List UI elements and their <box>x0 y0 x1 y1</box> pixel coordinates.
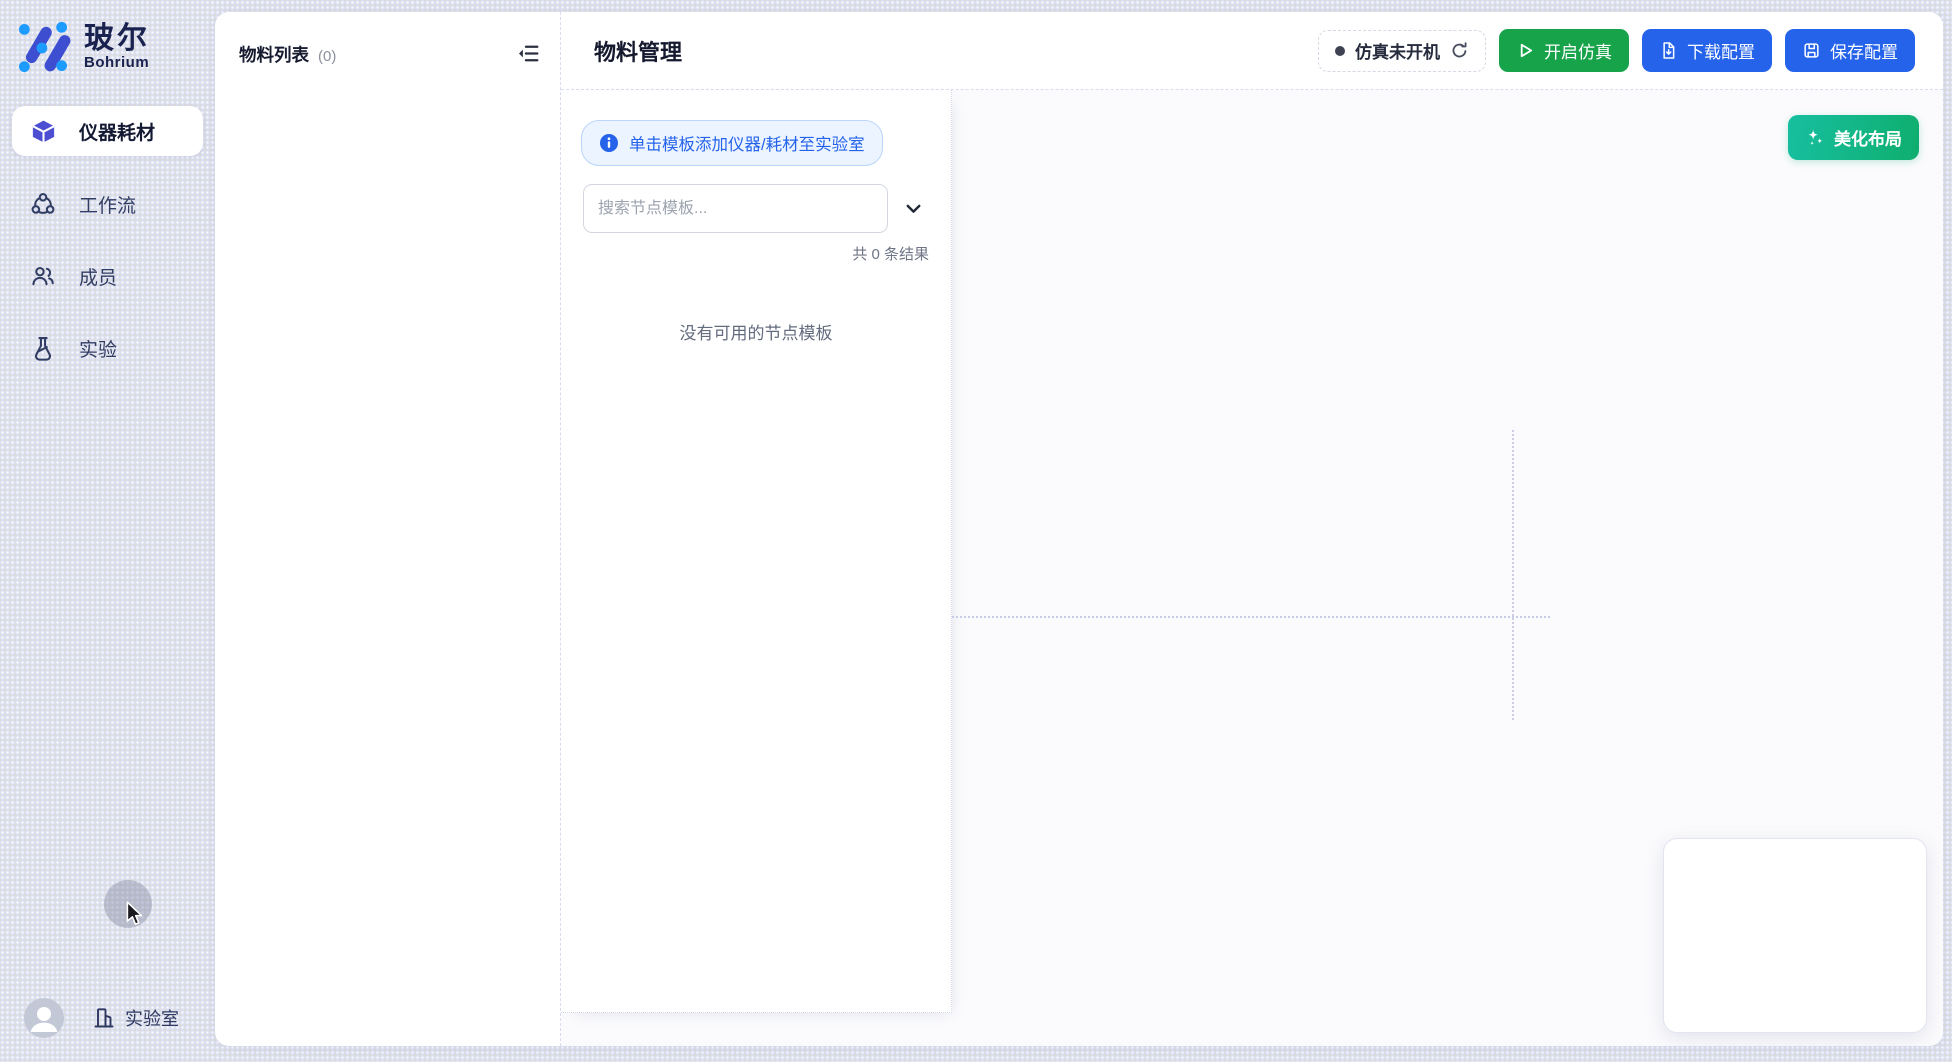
materials-count: (0) <box>318 48 336 65</box>
empty-templates-text: 没有可用的节点模板 <box>561 319 951 344</box>
test-tube-icon <box>30 335 56 361</box>
bohrium-logo-icon <box>14 18 72 76</box>
simulation-status-pill[interactable]: 仿真未开机 <box>1318 30 1486 72</box>
file-download-icon <box>1659 41 1678 60</box>
results-count: 共 0 条结果 <box>561 243 929 264</box>
hint-text: 单击模板添加仪器/耗材至实验室 <box>629 131 865 155</box>
brand-name: 玻尔 <box>84 23 150 55</box>
save-icon <box>1802 41 1821 60</box>
info-icon <box>599 133 619 153</box>
canvas-helper-line-horizontal <box>952 616 1550 618</box>
refresh-icon[interactable] <box>1450 41 1469 60</box>
user-avatar[interactable] <box>24 998 64 1038</box>
lab-label: 实验室 <box>125 1005 179 1031</box>
page-title: 物料管理 <box>594 35 682 67</box>
members-icon <box>30 263 56 289</box>
search-input[interactable] <box>583 184 888 233</box>
main-card: 物料列表 (0) 物料管理 仿真未开机 <box>215 12 1943 1046</box>
play-icon <box>1516 41 1535 60</box>
cube-icon <box>30 118 56 144</box>
beautify-layout-label: 美化布局 <box>1834 125 1902 150</box>
mouse-cursor-icon <box>126 901 143 927</box>
materials-panel: 物料列表 (0) <box>215 12 561 1046</box>
building-icon <box>92 1006 116 1030</box>
sidebar-item-label: 仪器耗材 <box>79 118 155 145</box>
collapse-panel-button[interactable] <box>514 39 542 67</box>
hint-banner: 单击模板添加仪器/耗材至实验室 <box>581 120 883 166</box>
status-label: 仿真未开机 <box>1355 38 1440 63</box>
sidebar-item-label: 工作流 <box>79 191 136 218</box>
materials-title: 物料列表 <box>239 42 309 67</box>
status-dot-icon <box>1335 46 1345 56</box>
canvas-minimap[interactable] <box>1663 838 1927 1033</box>
sidebar-item-instruments[interactable]: 仪器耗材 <box>12 106 203 156</box>
flow-canvas[interactable]: 单击模板添加仪器/耗材至实验室 共 0 条结果 没有可用的节点模板 <box>561 90 1943 1046</box>
beautify-layout-button[interactable]: 美化布局 <box>1788 115 1919 160</box>
brand: 玻尔 Bohrium <box>14 18 203 76</box>
page-header: 物料管理 仿真未开机 <box>561 12 1943 90</box>
sidebar-item-label: 成员 <box>79 263 117 290</box>
brand-subtitle: Bohrium <box>84 54 150 71</box>
sidebar-item-members[interactable]: 成员 <box>12 252 203 300</box>
sidebar-item-workflow[interactable]: 工作流 <box>12 180 203 228</box>
start-simulation-button[interactable]: 开启仿真 <box>1499 29 1629 72</box>
workflow-icon <box>30 191 56 217</box>
download-config-button[interactable]: 下载配置 <box>1642 29 1772 72</box>
start-simulation-label: 开启仿真 <box>1544 38 1612 63</box>
sparkles-icon <box>1805 128 1825 148</box>
save-config-button[interactable]: 保存配置 <box>1785 29 1915 72</box>
canvas-helper-line-vertical <box>1512 430 1514 720</box>
sidebar-item-experiments[interactable]: 实验 <box>12 324 203 372</box>
node-templates-panel: 单击模板添加仪器/耗材至实验室 共 0 条结果 没有可用的节点模板 <box>561 90 952 1013</box>
chevron-down-icon[interactable] <box>901 197 925 221</box>
lab-switcher[interactable]: 实验室 <box>92 1005 179 1031</box>
save-config-label: 保存配置 <box>1830 38 1898 63</box>
download-config-label: 下载配置 <box>1687 38 1755 63</box>
main-column: 物料管理 仿真未开机 <box>561 12 1943 1046</box>
sidebar-item-label: 实验 <box>79 335 117 362</box>
